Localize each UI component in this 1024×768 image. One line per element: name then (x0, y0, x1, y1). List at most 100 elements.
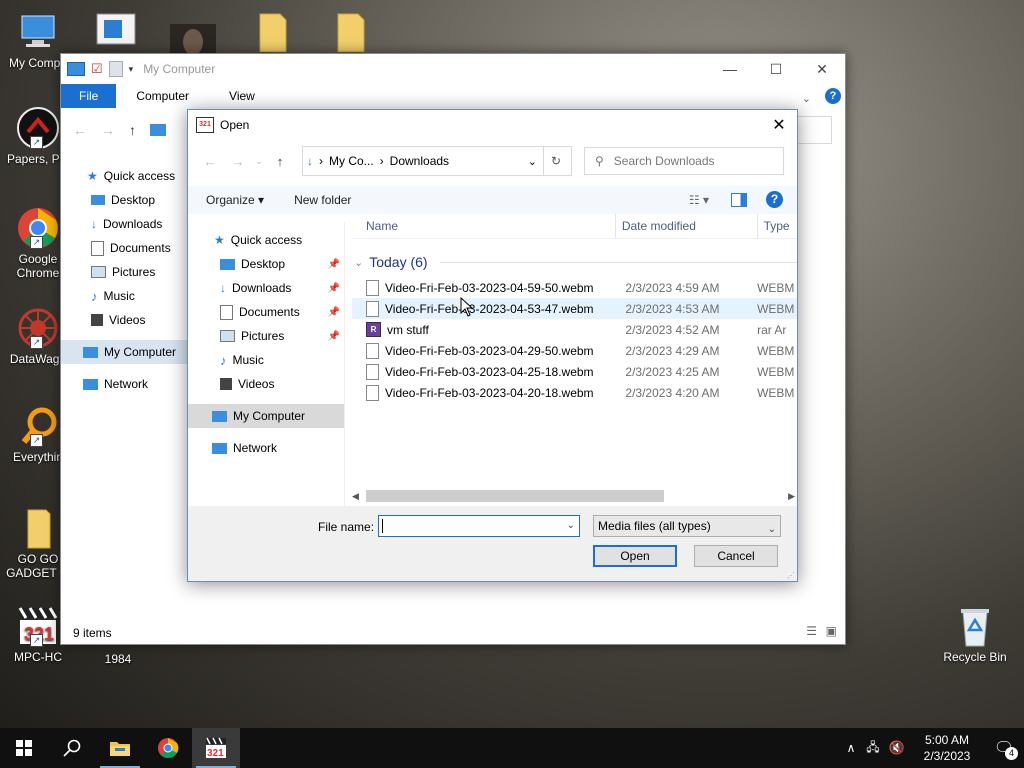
file-row[interactable]: Rvm stuff 2/3/2023 4:52 AM rar Ar (352, 319, 797, 340)
details-view-icon[interactable]: ☰ (806, 624, 817, 638)
minimize-button[interactable]: — (707, 54, 753, 84)
chevron-down-icon[interactable]: ⌄ (528, 155, 537, 168)
tab-view[interactable]: View (209, 84, 275, 108)
address-bar[interactable]: ↓ › My Co... › Downloads ⌄ (302, 146, 544, 176)
back-icon[interactable]: ← (73, 122, 87, 138)
computer-icon (150, 124, 166, 136)
file-type-cell: WEBM (757, 280, 795, 295)
refresh-button[interactable]: ↻ (541, 146, 572, 176)
back-button[interactable]: ← (196, 154, 224, 169)
chevron-down-icon[interactable]: ⌄ (567, 520, 575, 531)
nav-my-computer[interactable]: My Computer (188, 404, 344, 428)
scroll-right-icon[interactable]: ▶ (788, 491, 795, 502)
search-downloads-input[interactable]: ⚲ Search Downloads (584, 147, 784, 175)
large-icons-view-icon[interactable]: ▣ (826, 624, 837, 638)
new-folder-button[interactable]: New folder (294, 193, 351, 207)
new-folder-icon[interactable] (108, 61, 123, 77)
scrollbar-thumb[interactable] (366, 490, 664, 502)
explorer-search-box[interactable] (797, 116, 832, 144)
help-icon[interactable]: ? (825, 88, 841, 104)
file-date-cell: 2/3/2023 4:25 AM (625, 364, 720, 379)
close-button[interactable]: ✕ (799, 54, 845, 84)
open-file-dialog[interactable]: 321 Open ✕ ← → ⌄ ↑ ↓ › My Co... › Downlo… (187, 109, 798, 582)
breadcrumb-downloads[interactable]: Downloads (384, 154, 455, 168)
file-name-cell: Video-Fri-Feb-03-2023-04-29-50.webm (352, 342, 607, 359)
cancel-button[interactable]: Cancel (694, 545, 778, 567)
file-row[interactable]: Video-Fri-Feb-03-2023-04-20-18.webm 2/3/2… (352, 382, 797, 403)
chevron-down-icon[interactable]: ⌄ (802, 92, 811, 105)
nav-documents[interactable]: Documents 📌 (188, 300, 344, 324)
file-row[interactable]: Video-Fri-Feb-03-2023-04-59-50.webm 2/3/2… (352, 277, 797, 298)
up-icon[interactable]: ↑ (129, 122, 136, 138)
nav-network[interactable]: Network (188, 436, 344, 460)
open-button[interactable]: Open (593, 545, 677, 567)
file-icon (366, 279, 379, 296)
taskbar-mpc-hc[interactable]: 321 (192, 728, 240, 768)
nav-downloads[interactable]: ↓ Downloads 📌 (188, 276, 344, 300)
dialog-close-button[interactable]: ✕ (765, 112, 793, 138)
chevron-down-icon: ⌄ (767, 524, 776, 535)
clock[interactable]: 5:00 AM 2/3/2023 (910, 732, 984, 764)
change-view-icon[interactable]: ☷ ▾ (689, 193, 709, 207)
file-date-cell: 2/3/2023 4:53 AM (625, 301, 720, 316)
help-icon[interactable]: ? (766, 191, 783, 208)
explorer-title-bar[interactable]: ☑ ▾ My Computer — ☐ ✕ (61, 54, 845, 84)
sidebar-item-quick-access[interactable]: ★ Quick access (61, 164, 187, 188)
maximize-button[interactable]: ☐ (753, 54, 799, 84)
recent-locations-button[interactable]: ⌄ (252, 156, 266, 167)
column-date-modified[interactable]: Date modified (616, 214, 758, 238)
volume-muted-icon[interactable]: 🔇 (884, 740, 910, 756)
mouse-cursor-icon (460, 297, 474, 317)
nav-desktop[interactable]: Desktop 📌 (188, 252, 344, 276)
download-icon: ↓ (91, 217, 97, 231)
sidebar-item-desktop[interactable]: Desktop (61, 188, 187, 212)
column-type[interactable]: Type (758, 214, 797, 238)
up-button[interactable]: ↑ (266, 154, 294, 169)
taskbar-file-explorer[interactable] (96, 728, 144, 768)
start-button[interactable] (0, 728, 48, 768)
group-header-today[interactable]: ⌄ Today (6) (352, 247, 797, 277)
sidebar-item-pictures[interactable]: Pictures (61, 260, 187, 284)
nav-pictures[interactable]: Pictures 📌 (188, 324, 344, 348)
tab-file[interactable]: File (61, 84, 117, 108)
desktop-icon-recycle-bin[interactable]: Recycle Bin (937, 604, 1013, 664)
recycle-bin-icon (953, 604, 997, 648)
nav-quick-access[interactable]: ★ Quick access (188, 228, 344, 252)
desktop-icon-document[interactable] (96, 12, 136, 46)
forward-button[interactable]: → (224, 154, 252, 169)
sidebar-item-downloads[interactable]: ↓ Downloads (61, 212, 187, 236)
sidebar-item-documents[interactable]: Documents (61, 236, 187, 260)
dialog-title-bar[interactable]: 321 Open (188, 110, 797, 140)
sidebar-item-my-computer[interactable]: My Computer (61, 340, 187, 364)
desktop-icon-1984[interactable]: 1984 (80, 652, 156, 666)
tab-computer[interactable]: Computer (116, 84, 209, 108)
desktop-icon-folder-2[interactable] (336, 12, 366, 53)
file-row[interactable]: Video-Fri-Feb-03-2023-04-53-47.webm 2/3/2… (352, 298, 797, 319)
file-type-select[interactable]: Media files (all types) ⌄ (593, 515, 781, 537)
desktop-icon-folder[interactable] (258, 12, 288, 53)
column-name[interactable]: Name (352, 214, 616, 238)
taskbar-chrome[interactable] (144, 728, 192, 768)
scroll-left-icon[interactable]: ◀ (352, 491, 359, 502)
resize-grip-icon[interactable]: ⋰ (787, 571, 795, 580)
sidebar-item-music[interactable]: ♪ Music (61, 284, 187, 308)
organize-button[interactable]: Organize ▾ (206, 193, 264, 207)
chevron-down-icon[interactable]: ▾ (129, 64, 134, 75)
file-name-input[interactable]: ⌄ (378, 515, 580, 537)
nav-videos[interactable]: Videos (188, 372, 344, 396)
search-button[interactable] (48, 728, 96, 768)
breadcrumb-my-computer[interactable]: My Co... (323, 154, 380, 168)
file-row[interactable]: Video-Fri-Feb-03-2023-04-29-50.webm 2/3/2… (352, 340, 797, 361)
action-center-button[interactable]: 🗨 4 (984, 728, 1024, 768)
network-status-icon[interactable]: 🖧 (862, 738, 884, 759)
horizontal-scrollbar[interactable]: ◀ ▶ (352, 489, 795, 503)
file-row[interactable]: Video-Fri-Feb-03-2023-04-25-18.webm 2/3/2… (352, 361, 797, 382)
show-hidden-icons-icon[interactable]: ∧ (840, 741, 862, 755)
sidebar-item-videos[interactable]: Videos (61, 308, 187, 332)
properties-icon[interactable]: ☑ (91, 61, 103, 77)
preview-pane-icon[interactable] (731, 193, 747, 207)
desktop-icon-image[interactable] (170, 24, 216, 55)
nav-music[interactable]: ♪ Music (188, 348, 344, 372)
forward-icon[interactable]: → (101, 122, 115, 138)
sidebar-item-network[interactable]: Network (61, 372, 187, 396)
